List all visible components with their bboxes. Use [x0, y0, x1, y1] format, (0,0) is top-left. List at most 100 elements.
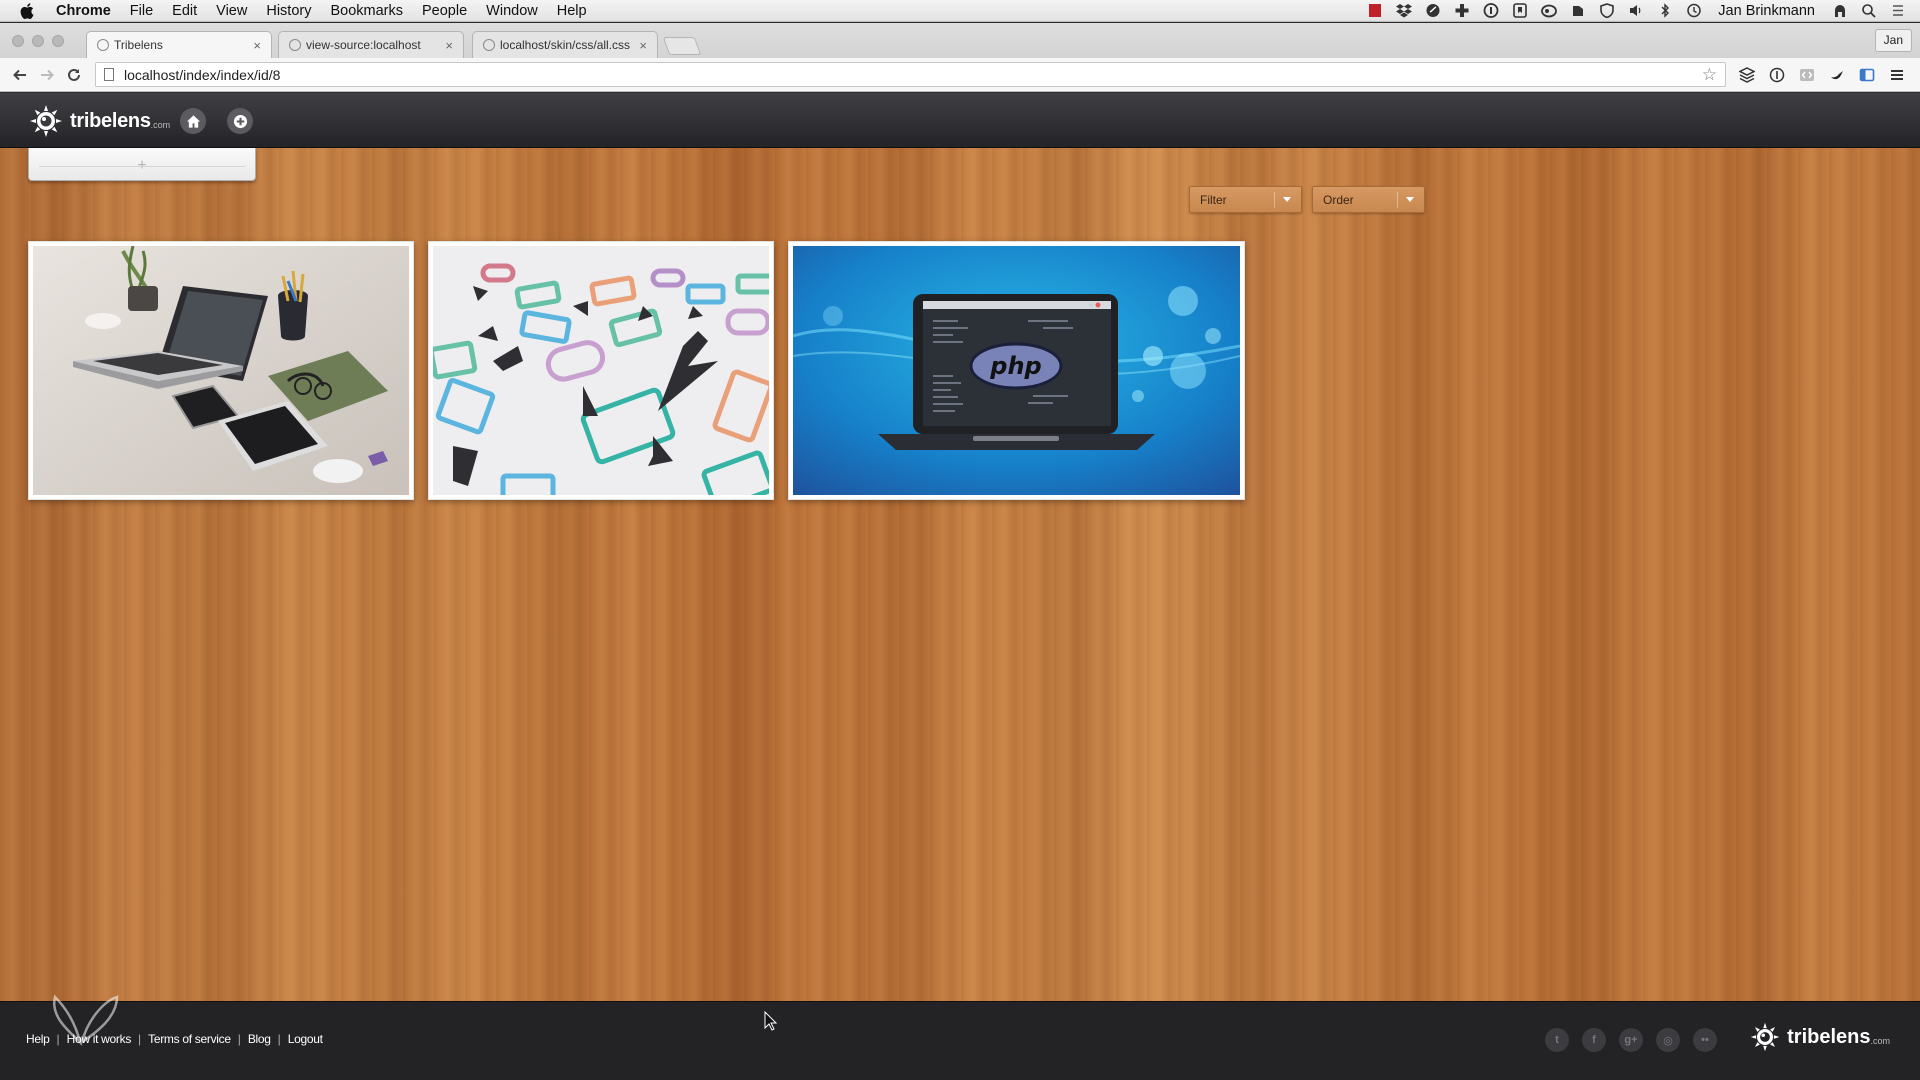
close-tab-icon[interactable]: ×: [639, 38, 647, 53]
address-bar[interactable]: localhost/index/index/id/8 ☆: [95, 62, 1726, 87]
divider: [1397, 191, 1398, 208]
filter-label: Filter: [1200, 192, 1227, 207]
browser-toolbar: localhost/index/index/id/8 ☆: [0, 58, 1920, 92]
menu-file[interactable]: File: [130, 3, 153, 19]
evernote-icon[interactable]: [1424, 3, 1441, 18]
shield-icon[interactable]: [1598, 3, 1615, 18]
tribelens-logo[interactable]: tribelens .com: [28, 103, 170, 139]
tab-tribelens[interactable]: Tribelens ×: [86, 31, 272, 58]
bird-extension-icon[interactable]: [1822, 63, 1852, 87]
notification-center-icon[interactable]: [1889, 3, 1906, 18]
globe-icon: [289, 39, 301, 51]
footer-link-logout[interactable]: Logout: [288, 1032, 323, 1046]
time-machine-icon[interactable]: [1685, 3, 1702, 18]
menu-bookmarks[interactable]: Bookmarks: [330, 3, 403, 19]
facebook-icon[interactable]: f: [1582, 1028, 1606, 1052]
buffer-extension-icon[interactable]: [1732, 63, 1762, 87]
mouse-cursor-icon: [764, 1011, 778, 1031]
svg-text:php: php: [989, 352, 1041, 380]
arrow-right-icon: [41, 69, 54, 80]
gallery-item-php-laptop[interactable]: php: [788, 241, 1245, 500]
divider: [39, 166, 245, 167]
macos-menu-bar: Chrome File Edit View History Bookmarks …: [0, 0, 1920, 22]
app-header: tribelens .com: [0, 93, 1920, 148]
footer-link-terms[interactable]: Terms of service: [148, 1032, 231, 1046]
tab-all-css[interactable]: localhost/skin/css/all.css ×: [472, 31, 658, 58]
divider: |: [277, 1032, 281, 1046]
flickr-icon[interactable]: ••: [1693, 1028, 1717, 1052]
account-icon[interactable]: [1831, 3, 1848, 18]
window-zoom-button[interactable]: [52, 35, 64, 47]
back-button[interactable]: [8, 63, 32, 87]
php-laptop-image: php: [793, 246, 1240, 495]
footer-logo-suffix: .com: [1870, 1036, 1890, 1046]
close-tab-icon[interactable]: ×: [253, 38, 261, 53]
filter-dropdown[interactable]: Filter: [1189, 186, 1302, 213]
footer-logo-text: tribelens: [1787, 1025, 1871, 1048]
tab-view-source[interactable]: view-source:localhost ×: [278, 31, 464, 58]
profile-button[interactable]: Jan: [1874, 29, 1912, 52]
tribelens-sun-icon: [1750, 1022, 1780, 1052]
dropbox-icon[interactable]: [1395, 3, 1412, 18]
gallery-item-flowchart[interactable]: [428, 241, 774, 500]
menubar-user-name[interactable]: Jan Brinkmann: [1718, 3, 1815, 19]
status-tray: Jan Brinkmann: [1366, 3, 1906, 19]
bookmark-app-icon[interactable]: [1511, 3, 1528, 18]
menu-app-chrome[interactable]: Chrome: [56, 3, 111, 19]
bluetooth-icon[interactable]: [1656, 3, 1673, 18]
divider: |: [138, 1032, 142, 1046]
gallery-item-laptop-desk[interactable]: [28, 241, 414, 500]
window-minimize-button[interactable]: [32, 35, 44, 47]
onepassword-icon[interactable]: [1482, 3, 1499, 18]
menu-history[interactable]: History: [266, 3, 311, 19]
globe-icon: [483, 39, 495, 51]
window-extension-icon[interactable]: [1852, 63, 1882, 87]
spotlight-search-icon[interactable]: [1860, 3, 1877, 18]
tab-title: view-source:localhost: [306, 38, 421, 52]
laptop-desk-image: [33, 246, 409, 495]
code-extension-icon[interactable]: [1792, 63, 1822, 87]
dribbble-icon[interactable]: ◎: [1656, 1028, 1680, 1052]
logo-text: tribelens: [70, 109, 151, 132]
logo-suffix: .com: [150, 120, 171, 130]
footer-link-blog[interactable]: Blog: [248, 1032, 271, 1046]
caret-down-icon: [1406, 197, 1414, 202]
window-close-button[interactable]: [12, 35, 24, 47]
reload-button[interactable]: [62, 63, 86, 87]
divider: [1274, 191, 1275, 208]
menu-view[interactable]: View: [216, 3, 247, 19]
volume-icon[interactable]: [1627, 3, 1644, 18]
close-tab-icon[interactable]: ×: [445, 38, 453, 53]
plus-cross-icon[interactable]: [1453, 3, 1470, 18]
evernote-helper-icon[interactable]: [1569, 3, 1586, 18]
menu-edit[interactable]: Edit: [172, 3, 197, 19]
new-tab-button[interactable]: [662, 37, 702, 55]
add-button[interactable]: [227, 108, 253, 134]
footer-link-how-it-works[interactable]: How it works: [67, 1032, 132, 1046]
address-url[interactable]: localhost/index/index/id/8: [124, 67, 1702, 83]
arrow-left-icon: [13, 69, 26, 80]
record-icon[interactable]: [1366, 3, 1383, 18]
twitter-icon[interactable]: t: [1545, 1028, 1569, 1052]
apple-menu-icon[interactable]: [14, 0, 40, 22]
caret-down-icon: [1283, 197, 1291, 202]
browser-tab-strip: Tribelens × view-source:localhost × loca…: [0, 23, 1920, 58]
footer-link-help[interactable]: Help: [26, 1032, 50, 1046]
info-extension-icon[interactable]: [1762, 63, 1792, 87]
upload-drawer-handle[interactable]: +: [28, 148, 256, 181]
chrome-menu-icon[interactable]: [1882, 63, 1912, 87]
menu-help[interactable]: Help: [557, 3, 587, 19]
order-dropdown[interactable]: Order: [1312, 186, 1425, 213]
menu-window[interactable]: Window: [486, 3, 538, 19]
google-plus-icon[interactable]: g+: [1619, 1028, 1643, 1052]
tribelens-sun-icon: [30, 105, 62, 137]
plus-circle-icon: [233, 114, 247, 128]
menu-people[interactable]: People: [422, 3, 467, 19]
bookmark-star-icon[interactable]: ☆: [1702, 65, 1717, 85]
creative-cloud-icon[interactable]: [1540, 3, 1557, 18]
forward-button[interactable]: [35, 63, 59, 87]
page-icon: [104, 68, 114, 81]
home-button[interactable]: [180, 108, 206, 134]
reload-icon: [68, 68, 80, 81]
footer-tribelens-logo[interactable]: tribelens .com: [1749, 1021, 1890, 1053]
